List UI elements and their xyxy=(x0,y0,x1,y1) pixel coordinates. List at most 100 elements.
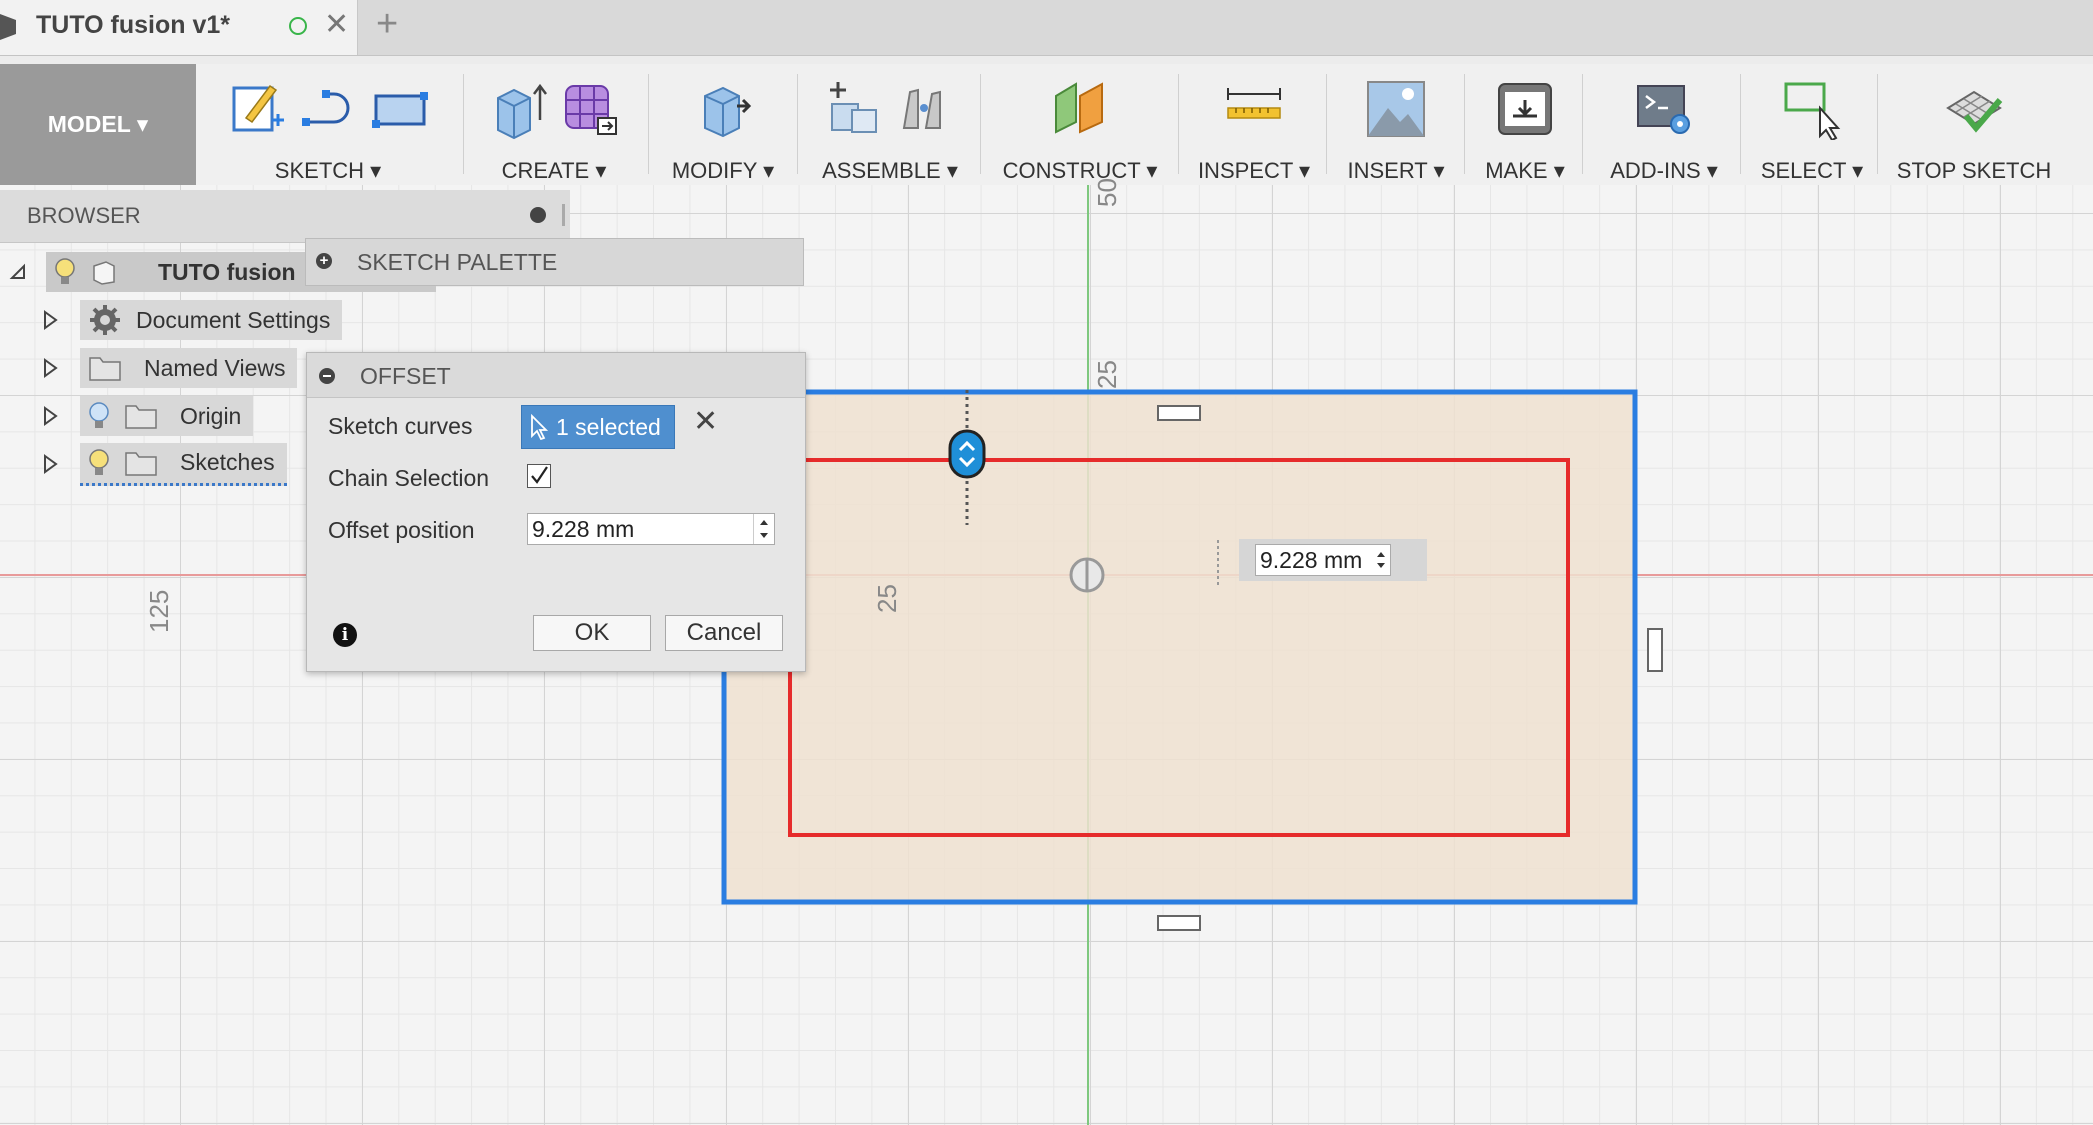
offset-dialog[interactable]: OFFSET Sketch curves 1 selected ✕ Chain … xyxy=(306,352,806,672)
insert-group[interactable]: INSERT ▾ xyxy=(1333,64,1459,185)
cancel-button[interactable]: Cancel xyxy=(665,615,783,651)
visibility-bulb-icon[interactable] xyxy=(88,448,110,478)
collapse-dialog-icon[interactable] xyxy=(319,368,335,384)
stop-sketch-button[interactable]: STOP SKETCH xyxy=(1886,158,2062,184)
panel-grip[interactable] xyxy=(562,204,565,226)
folder-icon xyxy=(125,405,157,429)
ruler-label: 25 xyxy=(872,584,902,613)
make-menu[interactable]: MAKE ▾ xyxy=(1472,158,1578,184)
select-icon[interactable] xyxy=(1782,78,1842,140)
joint-icon[interactable] xyxy=(896,78,956,140)
addins-menu[interactable]: ADD-INS ▾ xyxy=(1590,158,1738,184)
stop-sketch-group[interactable]: STOP SKETCH xyxy=(1886,64,2062,185)
browser-item-label[interactable]: Sketches xyxy=(180,449,275,476)
modify-group[interactable]: MODIFY ▾ xyxy=(655,64,791,185)
inspect-menu[interactable]: INSPECT ▾ xyxy=(1186,158,1322,184)
make-group[interactable]: MAKE ▾ xyxy=(1472,64,1578,185)
document-tab[interactable]: TUTO fusion v1* ✕ xyxy=(0,0,358,55)
canvas-offset-input[interactable]: 9.228 mm xyxy=(1239,539,1427,581)
assemble-menu[interactable]: ASSEMBLE ▾ xyxy=(805,158,975,184)
browser-item-sketches[interactable]: Sketches xyxy=(42,442,287,486)
toolbar-divider xyxy=(1178,74,1179,174)
create-menu[interactable]: CREATE ▾ xyxy=(470,158,638,184)
new-tab-button[interactable]: + xyxy=(376,5,398,43)
toolbar-divider xyxy=(797,74,798,174)
scripts-addins-icon[interactable] xyxy=(1634,78,1694,140)
browser-item-row[interactable]: Origin xyxy=(80,396,254,436)
cursor-arrow-icon xyxy=(531,414,548,440)
create-group[interactable]: CREATE ▾ xyxy=(470,64,638,185)
sketch-menu[interactable]: SKETCH ▾ xyxy=(210,158,446,184)
assemble-group[interactable]: ASSEMBLE ▾ xyxy=(805,64,975,185)
browser-item-document-settings[interactable]: Document Settings xyxy=(42,300,343,340)
offset-position-input[interactable]: 9.228 mm xyxy=(527,513,775,545)
chain-selection-checkbox[interactable] xyxy=(527,464,551,488)
dimension-glyph-icon[interactable] xyxy=(1157,915,1201,931)
sketch-group[interactable]: SKETCH ▾ xyxy=(210,64,446,185)
sketch-curves-selection-button[interactable]: 1 selected xyxy=(521,405,675,449)
visibility-bulb-icon[interactable] xyxy=(88,401,110,431)
sketch-profile[interactable] xyxy=(721,389,1638,905)
ok-button[interactable]: OK xyxy=(533,615,651,651)
toolbar-divider xyxy=(1326,74,1327,174)
close-tab-icon[interactable]: ✕ xyxy=(324,10,349,40)
expand-triangle-icon[interactable] xyxy=(42,310,58,330)
workspace-switcher[interactable]: MODEL ▾ xyxy=(0,64,196,185)
modify-menu[interactable]: MODIFY ▾ xyxy=(655,158,791,184)
browser-panel-header: BROWSER xyxy=(0,190,570,243)
expand-triangle-icon[interactable] xyxy=(42,358,58,378)
line-arc-icon[interactable] xyxy=(298,78,358,140)
browser-item-label[interactable]: Origin xyxy=(180,403,241,430)
extrude-icon[interactable] xyxy=(488,78,548,140)
offset-position-value[interactable]: 9.228 mm xyxy=(532,516,634,543)
expand-palette-icon[interactable]: + xyxy=(316,253,332,269)
construct-menu[interactable]: CONSTRUCT ▾ xyxy=(988,158,1172,184)
addins-group[interactable]: ADD-INS ▾ xyxy=(1590,64,1738,185)
spinner-icon[interactable] xyxy=(753,514,774,544)
select-menu[interactable]: SELECT ▾ xyxy=(1748,158,1876,184)
3d-print-icon[interactable] xyxy=(1495,78,1555,140)
canvas-offset-value[interactable]: 9.228 mm xyxy=(1260,547,1362,574)
sketch-palette-panel[interactable]: + SKETCH PALETTE xyxy=(305,238,804,286)
collapse-triangle-icon[interactable] xyxy=(8,262,28,282)
insert-image-icon[interactable] xyxy=(1366,78,1426,140)
offset-drag-handle[interactable] xyxy=(948,429,986,479)
browser-item-row[interactable]: Named Views xyxy=(80,348,298,388)
browser-item-named-views[interactable]: Named Views xyxy=(42,348,298,388)
dialog-title: OFFSET xyxy=(360,363,451,389)
expand-triangle-icon[interactable] xyxy=(42,406,58,426)
visibility-bulb-icon[interactable] xyxy=(54,257,76,287)
collapse-browser-icon[interactable] xyxy=(530,207,546,223)
inspect-group[interactable]: INSPECT ▾ xyxy=(1186,64,1322,185)
offset-position-label: Offset position xyxy=(328,517,475,543)
dimension-glyph-icon[interactable] xyxy=(1157,405,1201,421)
browser-root-label[interactable]: TUTO fusion xyxy=(158,259,296,286)
browser-item-row[interactable]: Document Settings xyxy=(80,300,343,340)
press-pull-icon[interactable] xyxy=(693,78,753,140)
insert-menu[interactable]: INSERT ▾ xyxy=(1333,158,1459,184)
stop-sketch-icon[interactable] xyxy=(1944,78,2004,140)
offset-plane-icon[interactable] xyxy=(1050,78,1110,140)
dialog-header[interactable]: OFFSET xyxy=(307,353,805,398)
spinner-icon[interactable] xyxy=(1374,548,1388,572)
browser-title: BROWSER xyxy=(27,203,141,228)
clear-selection-icon[interactable]: ✕ xyxy=(693,404,718,439)
folder-icon xyxy=(125,451,157,476)
create-sketch-icon[interactable] xyxy=(226,78,286,140)
browser-item-label[interactable]: Named Views xyxy=(144,355,285,382)
browser-item-row[interactable]: Sketches xyxy=(80,442,287,486)
browser-item-label[interactable]: Document Settings xyxy=(136,307,330,334)
new-component-icon[interactable] xyxy=(824,78,884,140)
rectangle-icon[interactable] xyxy=(370,78,430,140)
ruler-label: 125 xyxy=(144,589,174,633)
select-group[interactable]: SELECT ▾ xyxy=(1748,64,1876,185)
form-icon[interactable] xyxy=(560,78,620,140)
browser-item-origin[interactable]: Origin xyxy=(42,396,254,436)
measure-icon[interactable] xyxy=(1224,78,1284,140)
canvas-offset-field[interactable]: 9.228 mm xyxy=(1255,544,1391,576)
info-icon[interactable]: i xyxy=(333,623,357,647)
dimension-glyph-icon[interactable] xyxy=(1647,628,1663,672)
expand-triangle-icon[interactable] xyxy=(42,454,58,474)
construct-group[interactable]: CONSTRUCT ▾ xyxy=(988,64,1172,185)
sketch-curves-label: Sketch curves xyxy=(328,413,473,439)
